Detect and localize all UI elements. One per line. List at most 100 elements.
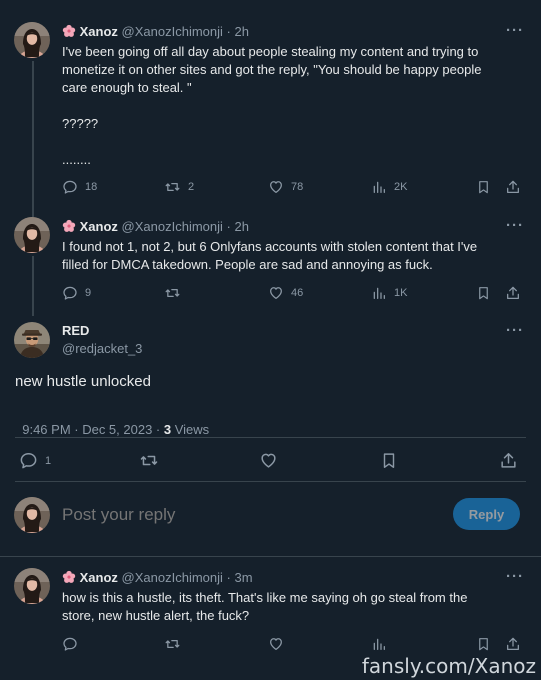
- reply-button[interactable]: 18: [62, 179, 97, 195]
- tweet-header: Xanoz @XanozIchimonji · 2h: [62, 219, 249, 235]
- views-icon: [371, 285, 387, 301]
- more-icon[interactable]: ···: [506, 22, 524, 39]
- comment-icon: [62, 285, 78, 301]
- retweet-icon: [164, 179, 181, 195]
- more-icon[interactable]: ···: [506, 217, 524, 234]
- divider: [15, 437, 526, 438]
- separator: ·: [226, 24, 231, 39]
- author-name[interactable]: Xanoz: [80, 219, 118, 234]
- retweet-icon: [164, 285, 181, 301]
- separator: ·: [226, 570, 231, 585]
- views-icon: [371, 179, 387, 195]
- retweet-button[interactable]: 2: [164, 179, 194, 195]
- reply-button[interactable]: [62, 636, 78, 652]
- share-button[interactable]: [505, 636, 521, 652]
- flower-icon: [62, 219, 76, 233]
- tweet-time[interactable]: 2h: [235, 24, 249, 39]
- reply-submit-button[interactable]: Reply: [453, 498, 520, 530]
- share-button[interactable]: [505, 179, 521, 195]
- tweet-header: Xanoz @XanozIchimonji · 3m: [62, 570, 253, 586]
- tweet-time[interactable]: 2h: [235, 219, 249, 234]
- like-button[interactable]: [259, 451, 278, 470]
- views-button[interactable]: [371, 636, 387, 652]
- more-icon[interactable]: ···: [506, 568, 524, 585]
- like-button[interactable]: 78: [268, 179, 303, 195]
- thread-line: [32, 61, 34, 217]
- heart-icon: [259, 451, 278, 470]
- separator: ·: [226, 219, 231, 234]
- retweet-button[interactable]: [139, 451, 159, 470]
- like-button[interactable]: 46: [268, 285, 303, 301]
- divider: [0, 556, 541, 557]
- reply-input[interactable]: [62, 502, 432, 528]
- view-count: 1K: [394, 287, 408, 299]
- author-handle[interactable]: @XanozIchimonji: [122, 570, 223, 585]
- focused-timestamp[interactable]: 9:46 PM · Dec 5, 2023 ·: [22, 422, 164, 437]
- focused-views-count: 3: [163, 422, 172, 437]
- tweet-text: how is this a hustle, its theft. That's …: [62, 589, 532, 625]
- avatar[interactable]: [14, 568, 50, 604]
- comment-icon: [62, 179, 78, 195]
- like-button[interactable]: [268, 636, 284, 652]
- focused-tweet-text: new hustle unlocked: [15, 373, 151, 390]
- author-name[interactable]: Xanoz: [80, 570, 118, 585]
- focused-views-label: Views: [171, 422, 210, 437]
- tweet-line: how is this a hustle, its theft. That's …: [62, 590, 468, 605]
- bookmark-icon: [476, 636, 491, 652]
- bookmark-icon: [476, 179, 491, 195]
- reply-button[interactable]: 1: [19, 451, 51, 470]
- retweet-icon: [164, 636, 181, 652]
- avatar[interactable]: [14, 322, 50, 358]
- tweet-line: store, new hustle alert, the fuck?: [62, 608, 250, 623]
- tweet-line: I've been going off all day about people…: [62, 44, 479, 59]
- more-icon[interactable]: ···: [506, 322, 524, 339]
- comment-icon: [62, 636, 78, 652]
- tweet-header: Xanoz @XanozIchimonji · 2h: [62, 24, 249, 40]
- divider: [15, 481, 526, 482]
- tweet-line: ?????: [62, 116, 99, 131]
- author-handle[interactable]: @XanozIchimonji: [122, 219, 223, 234]
- reply-button[interactable]: 9: [62, 285, 91, 301]
- tweet-text: I've been going off all day about people…: [62, 43, 532, 169]
- reply-count: 1: [45, 454, 52, 467]
- tweet-text: I found not 1, not 2, but 6 Onlyfans acc…: [62, 238, 532, 274]
- comment-icon: [19, 451, 38, 470]
- retweet-button[interactable]: [164, 636, 181, 652]
- heart-icon: [268, 285, 284, 301]
- heart-icon: [268, 636, 284, 652]
- like-count: 46: [291, 287, 304, 299]
- views-button[interactable]: 1K: [371, 285, 407, 301]
- retweet-icon: [139, 451, 159, 470]
- tweet-line: [62, 133, 532, 151]
- bookmark-button[interactable]: [380, 451, 398, 470]
- share-button[interactable]: [499, 451, 518, 470]
- tweet-time[interactable]: 3m: [235, 570, 253, 585]
- avatar[interactable]: [14, 22, 50, 58]
- watermark: fansly.com/Xanoz: [361, 654, 536, 678]
- focused-author-handle[interactable]: @redjacket_3: [62, 341, 142, 356]
- bookmark-button[interactable]: [476, 636, 491, 652]
- tweet-line: care enough to steal. ": [62, 80, 192, 95]
- views-icon: [371, 636, 387, 652]
- avatar[interactable]: [14, 217, 50, 253]
- flower-icon: [62, 24, 76, 38]
- retweet-button[interactable]: [164, 285, 181, 301]
- reply-count: 9: [85, 287, 92, 299]
- bookmark-button[interactable]: [476, 179, 491, 195]
- tweet-line: filled for DMCA takedown. People are sad…: [62, 257, 433, 272]
- bookmark-icon: [380, 451, 398, 470]
- tweet-line: I found not 1, not 2, but 6 Onlyfans acc…: [62, 239, 478, 254]
- focused-timestamp-row: 9:46 PM · Dec 5, 2023 · 3 Views: [15, 407, 209, 437]
- share-button[interactable]: [505, 285, 521, 301]
- tweet-line: [62, 97, 532, 115]
- views-button[interactable]: 2K: [371, 179, 407, 195]
- reply-count: 18: [85, 181, 98, 193]
- bookmark-button[interactable]: [476, 285, 491, 301]
- focused-author-name[interactable]: RED: [62, 323, 89, 338]
- avatar: [14, 497, 50, 533]
- like-count: 78: [291, 181, 304, 193]
- bookmark-icon: [476, 285, 491, 301]
- author-handle[interactable]: @XanozIchimonji: [122, 24, 223, 39]
- author-name[interactable]: Xanoz: [80, 24, 118, 39]
- heart-icon: [268, 179, 284, 195]
